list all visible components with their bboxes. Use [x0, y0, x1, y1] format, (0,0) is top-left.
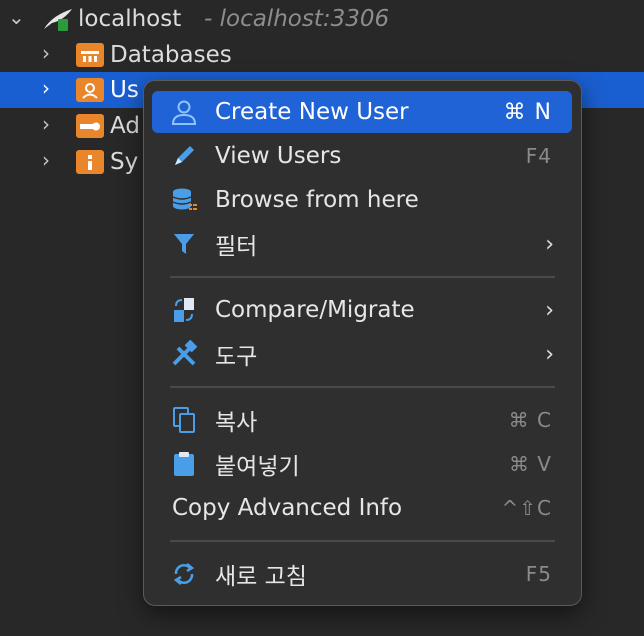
user-icon — [170, 98, 198, 126]
database-browse-icon — [170, 186, 198, 214]
chevron-right-icon[interactable]: › — [42, 76, 50, 100]
admin-folder-icon — [76, 114, 104, 138]
menu-item-label: Copy Advanced Info — [172, 495, 403, 521]
menu-separator — [170, 276, 555, 278]
menu-separator — [170, 540, 555, 542]
menu-item-label: 복사 — [215, 410, 258, 436]
menu-item-compare-migrate[interactable]: Compare/Migrate › — [152, 289, 572, 331]
tree-root-label: localhost — [78, 6, 182, 32]
tree-item-label: Us — [110, 77, 139, 103]
shortcut-label: F5 — [525, 562, 552, 586]
menu-item-copy[interactable]: 복사 ⌘ C — [152, 399, 572, 441]
menu-item-label: 필터 — [215, 234, 258, 260]
menu-item-browse-from-here[interactable]: Browse from here — [152, 179, 572, 221]
chevron-right-icon[interactable]: › — [42, 148, 50, 172]
filter-icon — [170, 230, 198, 258]
tree-row-databases[interactable]: › Databases — [0, 37, 644, 73]
paste-icon — [170, 450, 198, 478]
tree-item-label: Sy — [110, 149, 139, 175]
menu-item-label: View Users — [215, 143, 342, 169]
chevron-down-icon[interactable]: ⌄ — [8, 5, 25, 29]
pencil-icon — [170, 142, 198, 170]
menu-item-label: Compare/Migrate — [215, 297, 415, 323]
tree-row-localhost[interactable]: ⌄ localhost - localhost:3306 — [0, 1, 644, 37]
chevron-right-icon[interactable]: › — [42, 41, 50, 65]
shortcut-label: ⌘ N — [503, 99, 552, 125]
tools-icon — [170, 340, 198, 368]
menu-item-label: Browse from here — [215, 187, 419, 213]
databases-folder-icon — [76, 43, 104, 67]
menu-item-label: 새로 고침 — [215, 564, 307, 590]
menu-item-refresh[interactable]: 새로 고침 F5 — [152, 553, 572, 595]
shortcut-label: ⌘ C — [508, 408, 552, 432]
menu-item-label: Create New User — [215, 99, 409, 125]
menu-separator — [170, 386, 555, 388]
menu-item-label: 도구 — [215, 344, 258, 370]
refresh-icon — [170, 560, 198, 588]
menu-item-tools[interactable]: 도구 › — [152, 333, 572, 375]
submenu-arrow-icon: › — [545, 341, 554, 367]
shortcut-label: ⌘ V — [508, 452, 552, 476]
mysql-connection-icon — [44, 9, 72, 31]
menu-item-create-new-user[interactable]: Create New User ⌘ N — [152, 91, 572, 133]
copy-icon — [170, 406, 198, 434]
submenu-arrow-icon: › — [545, 231, 554, 257]
shortcut-label: F4 — [525, 144, 552, 168]
menu-item-view-users[interactable]: View Users F4 — [152, 135, 572, 177]
tree-root-detail: - localhost:3306 — [204, 6, 390, 32]
compare-icon — [170, 296, 198, 324]
chevron-right-icon[interactable]: › — [42, 112, 50, 136]
system-info-folder-icon — [76, 150, 104, 174]
menu-item-copy-advanced-info[interactable]: Copy Advanced Info ^⇧C — [152, 487, 572, 529]
submenu-arrow-icon: › — [545, 297, 554, 323]
tree-item-label: Ad — [110, 113, 140, 139]
context-menu: Create New User ⌘ N View Users F4 Browse… — [143, 80, 582, 606]
menu-item-filter[interactable]: 필터 › — [152, 223, 572, 265]
menu-item-paste[interactable]: 붙여넣기 ⌘ V — [152, 443, 572, 485]
tree-item-label: Databases — [110, 42, 232, 68]
shortcut-label: ^⇧C — [501, 496, 552, 520]
users-folder-icon — [76, 78, 104, 102]
menu-item-label: 붙여넣기 — [215, 454, 300, 480]
